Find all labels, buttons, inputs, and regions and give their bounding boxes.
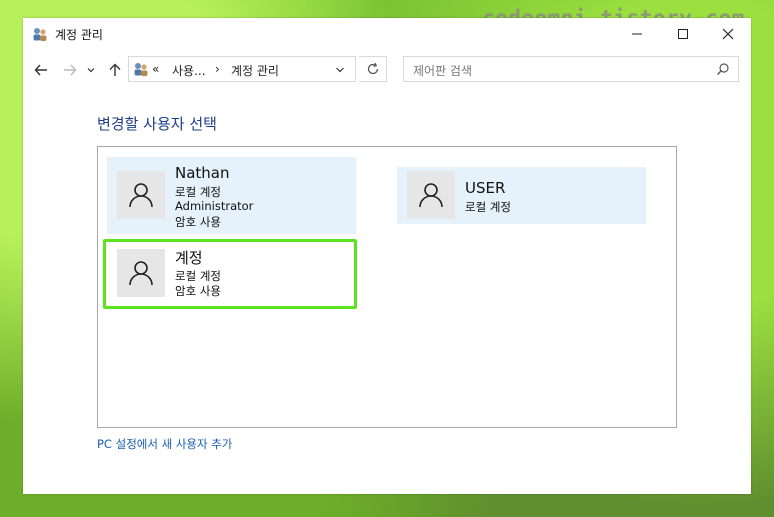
recent-locations-button[interactable] — [85, 60, 97, 80]
address-bar[interactable]: « 사용... › 계정 관리 — [128, 56, 356, 82]
maximize-button[interactable] — [660, 18, 706, 50]
account-password-status: 암호 사용 — [175, 215, 221, 229]
maximize-icon — [678, 29, 688, 39]
navigation-bar: « 사용... › 계정 관리 제어판 검색 — [23, 54, 751, 86]
close-button[interactable] — [705, 18, 751, 50]
breadcrumb-overflow[interactable]: « — [152, 62, 159, 76]
account-name: 계정 — [175, 249, 203, 267]
user-icon — [129, 183, 153, 208]
avatar — [407, 171, 455, 219]
account-card-gyejeong[interactable]: 계정 로컬 계정 암호 사용 — [103, 239, 357, 309]
search-box[interactable]: 제어판 검색 — [403, 56, 739, 82]
account-management-window: 계정 관리 « 사용... › 계정 관리 제어판 검색 변경할 사용자 선택 … — [23, 18, 751, 494]
forward-arrow-icon — [64, 64, 77, 76]
account-card-user[interactable]: USER 로컬 계정 — [397, 167, 646, 224]
user-icon — [419, 183, 443, 208]
search-icon[interactable] — [716, 62, 730, 76]
chevron-down-icon — [87, 68, 95, 73]
close-icon — [722, 28, 734, 40]
avatar — [117, 171, 165, 219]
back-button[interactable] — [31, 60, 51, 80]
account-role: Administrator — [175, 199, 254, 213]
account-list-panel: Nathan 로컬 계정 Administrator 암호 사용 USER 로컬… — [97, 146, 677, 428]
refresh-icon — [367, 62, 378, 75]
breadcrumb-item-account-management[interactable]: 계정 관리 — [231, 62, 279, 79]
users-icon — [33, 28, 47, 41]
account-type: 로컬 계정 — [175, 185, 221, 199]
control-panel-icon — [134, 63, 148, 76]
minimize-button[interactable] — [614, 18, 660, 50]
breadcrumb-item-user-accounts[interactable]: 사용... — [172, 62, 206, 79]
page-heading: 변경할 사용자 선택 — [97, 115, 217, 133]
refresh-button[interactable] — [359, 56, 387, 82]
search-placeholder[interactable]: 제어판 검색 — [413, 62, 472, 79]
back-arrow-icon — [34, 64, 47, 76]
up-button[interactable] — [105, 60, 125, 80]
account-type: 로컬 계정 — [175, 269, 221, 283]
address-dropdown-icon[interactable] — [335, 65, 345, 75]
minimize-icon — [632, 33, 642, 35]
account-password-status: 암호 사용 — [175, 284, 221, 298]
add-user-link[interactable]: PC 설정에서 새 사용자 추가 — [97, 436, 232, 452]
account-type: 로컬 계정 — [465, 200, 511, 214]
account-card-nathan[interactable]: Nathan 로컬 계정 Administrator 암호 사용 — [107, 157, 356, 234]
forward-button[interactable] — [60, 60, 80, 80]
user-icon — [129, 261, 153, 286]
account-name: USER — [465, 179, 506, 197]
window-title: 계정 관리 — [55, 28, 103, 42]
title-bar[interactable]: 계정 관리 — [23, 18, 751, 50]
up-arrow-icon — [109, 63, 121, 76]
breadcrumb-separator[interactable]: › — [215, 62, 220, 76]
account-name: Nathan — [175, 164, 230, 182]
avatar — [117, 249, 165, 297]
